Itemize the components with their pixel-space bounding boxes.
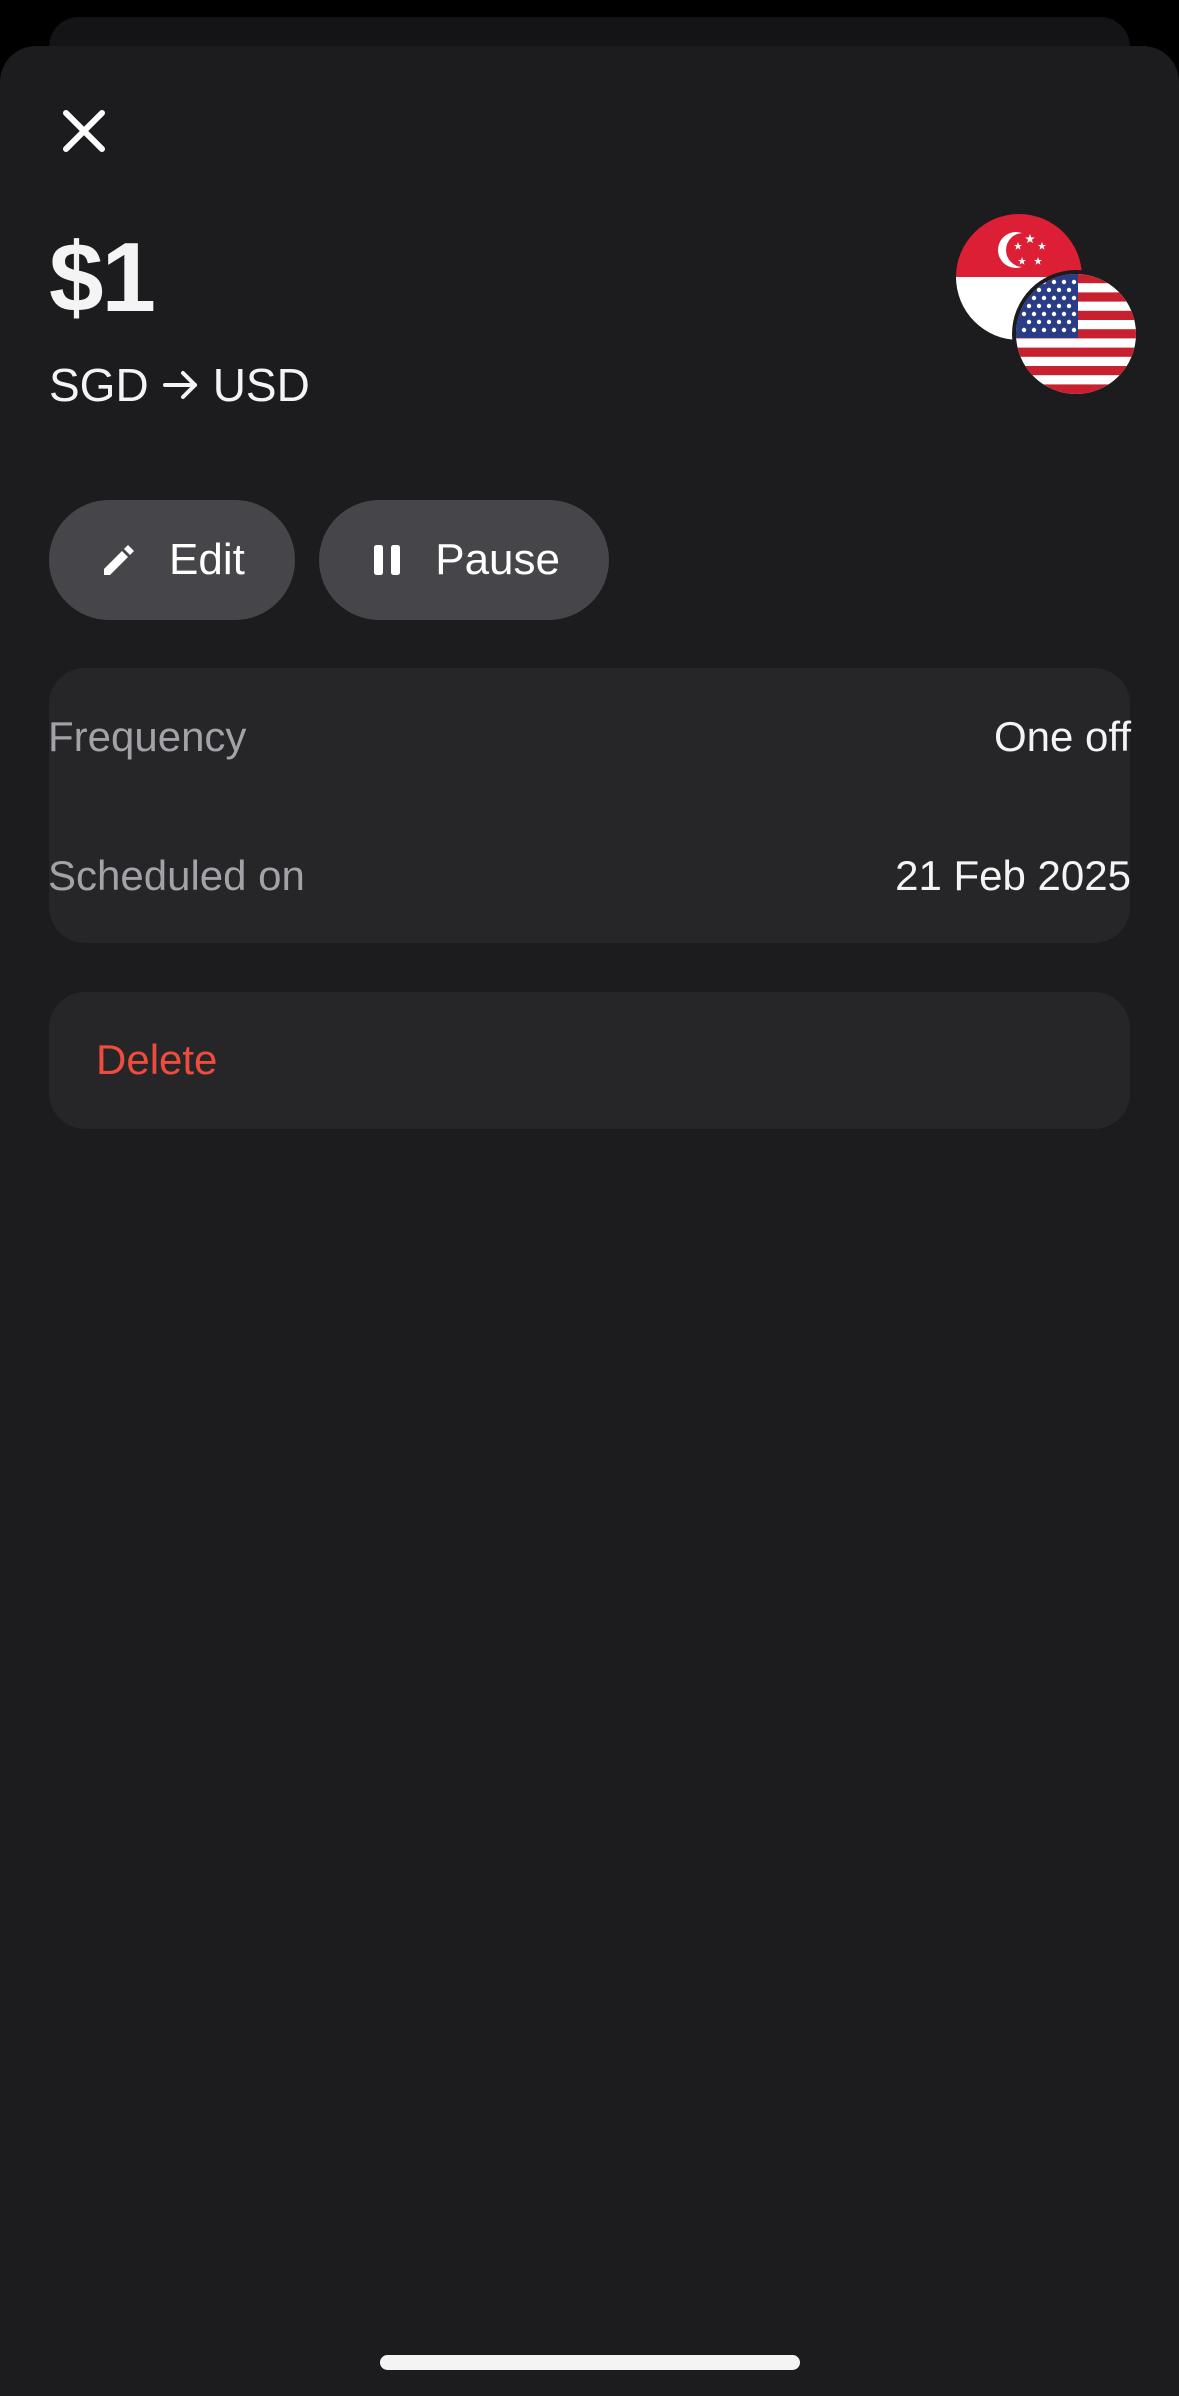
close-icon [63, 110, 105, 152]
pause-button[interactable]: Pause [319, 500, 609, 620]
close-button[interactable] [49, 96, 119, 166]
edit-button-label: Edit [169, 535, 245, 584]
currency-from: SGD [49, 359, 149, 411]
transfer-amount: $1 [49, 222, 156, 332]
pause-button-label: Pause [435, 535, 560, 584]
pencil-icon [99, 540, 139, 580]
scheduled-label: Scheduled on [48, 852, 305, 899]
pause-icon [369, 540, 405, 580]
edit-button[interactable]: Edit [49, 500, 295, 620]
action-buttons: Edit Pause [49, 500, 609, 620]
home-indicator[interactable] [380, 2355, 800, 2370]
delete-label[interactable]: Delete [96, 1032, 217, 1088]
arrow-right-icon [161, 365, 201, 405]
frequency-value: One off [994, 713, 1131, 760]
scheduled-row: Scheduled on 21 Feb 2025 [48, 848, 1131, 904]
frequency-row: Frequency One off [48, 709, 1131, 765]
currency-pair: SGD USD [49, 355, 310, 415]
usa-flag-icon [1016, 274, 1136, 394]
scheduled-value: 21 Feb 2025 [895, 852, 1131, 899]
currency-flags [956, 214, 1142, 400]
currency-to: USD [212, 359, 310, 411]
frequency-label: Frequency [48, 713, 247, 760]
